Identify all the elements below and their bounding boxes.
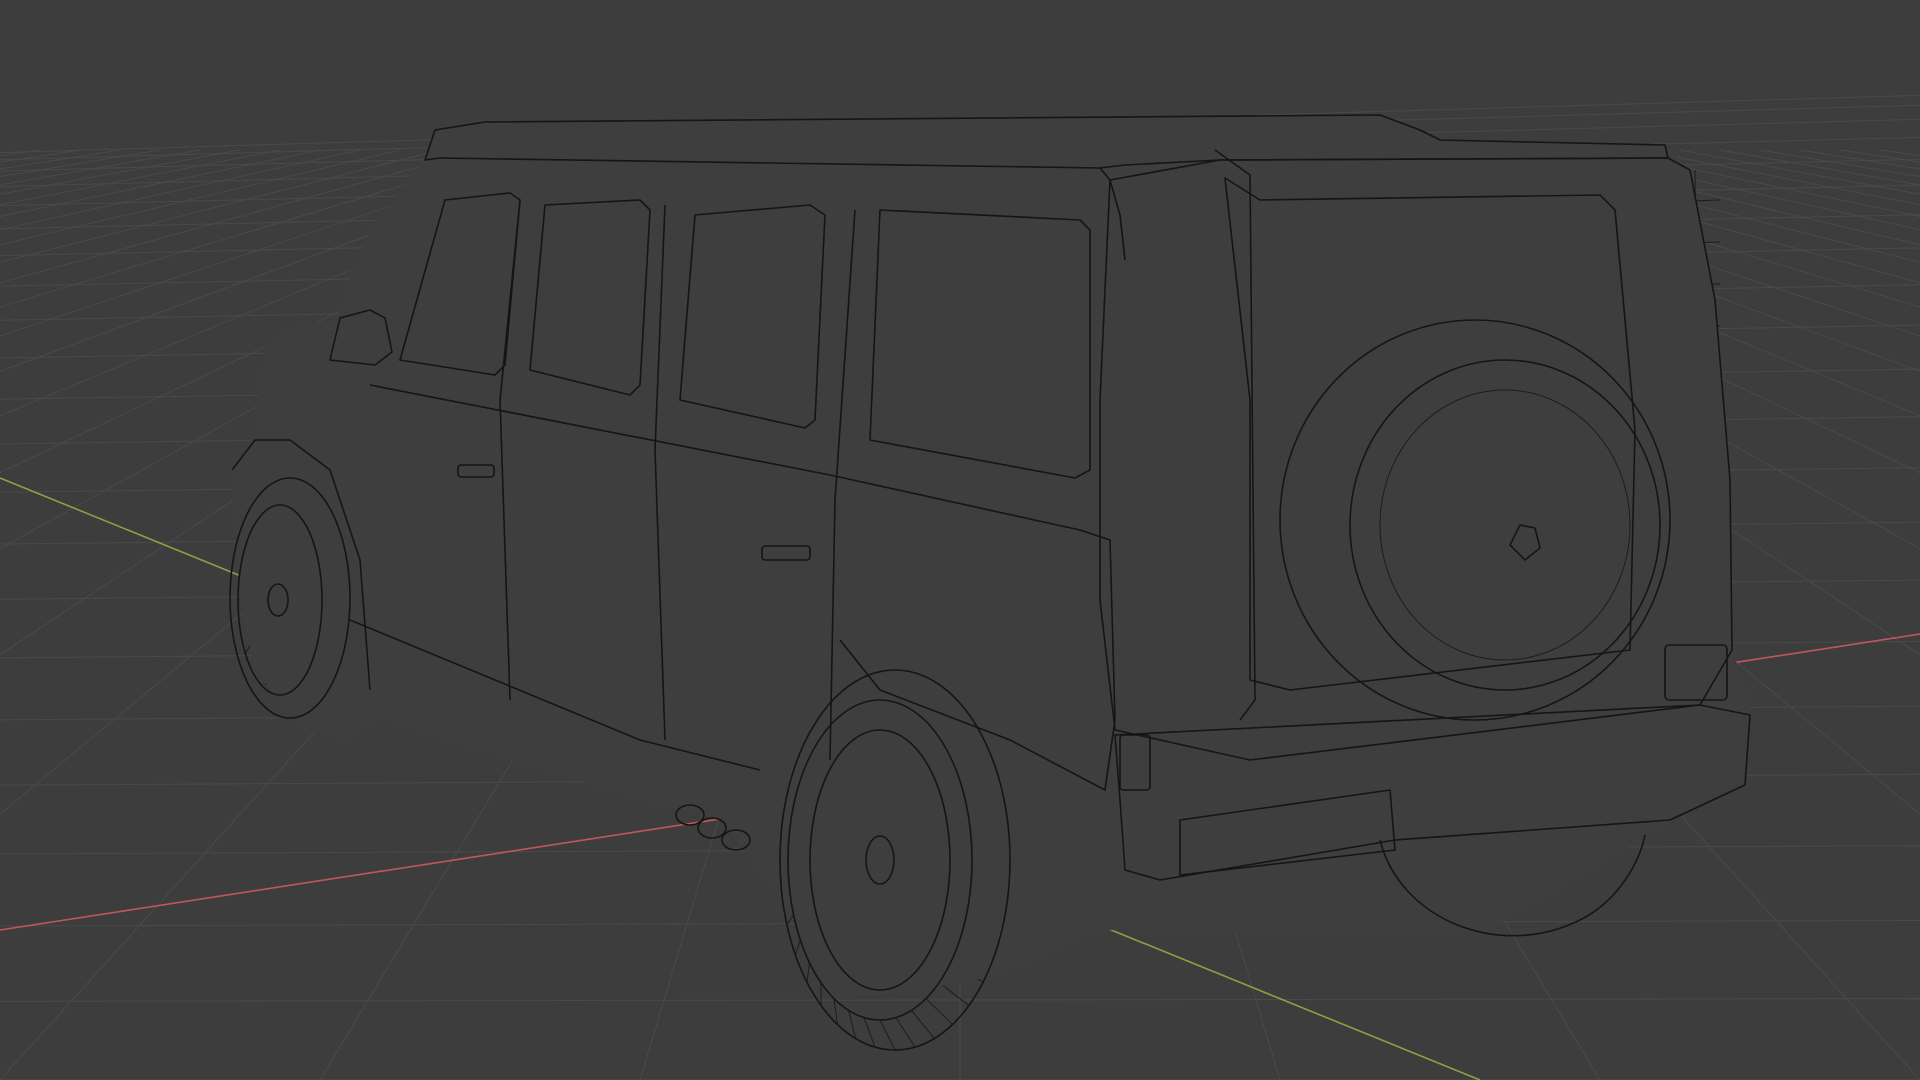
grid-line xyxy=(0,149,41,157)
rear-tire-loop xyxy=(895,1017,916,1048)
rear-tire-loop xyxy=(879,1019,896,1051)
rear-tire-loop xyxy=(938,982,970,1006)
rear-tire-loop xyxy=(925,998,953,1025)
rear-tire-loop xyxy=(794,939,801,956)
grid-line xyxy=(0,149,241,195)
grid-line xyxy=(1759,149,1920,178)
3d-viewport[interactable] xyxy=(0,0,1920,1080)
grid-line xyxy=(1719,149,1920,186)
grid-line xyxy=(0,149,201,186)
grid-line xyxy=(1839,149,1920,163)
rear-tire-loop xyxy=(911,1010,935,1039)
grid-line xyxy=(0,149,161,178)
grid-line xyxy=(0,149,81,163)
rear-tire-loop xyxy=(806,962,811,983)
vehicle-wireframe-mesh[interactable] xyxy=(229,114,1751,1051)
viewport-canvas[interactable] xyxy=(0,0,1920,1080)
rear-tire-loop xyxy=(863,1017,876,1048)
grid-line xyxy=(1879,149,1920,157)
